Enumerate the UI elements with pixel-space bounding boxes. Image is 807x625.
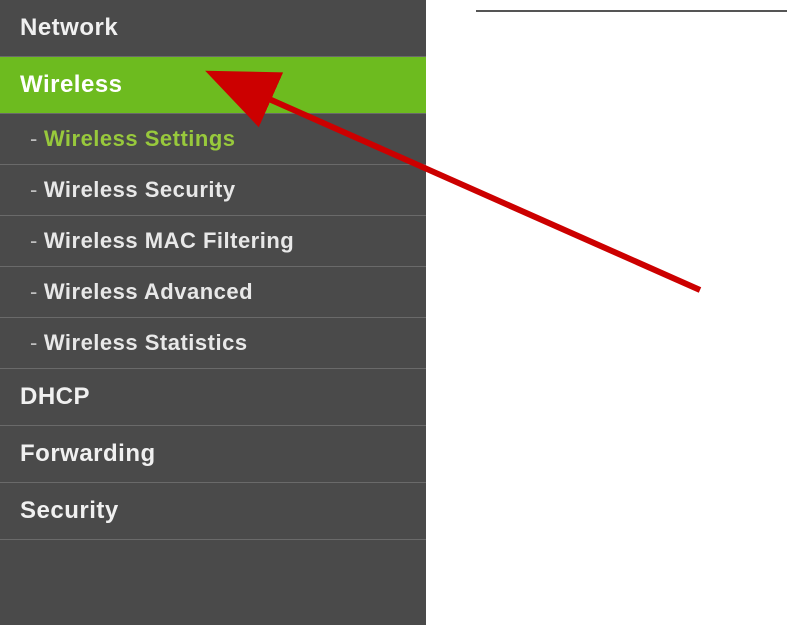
- sidebar-item-label: Wireless Advanced: [44, 279, 253, 304]
- sidebar-subitem-wireless-settings[interactable]: -Wireless Settings: [0, 114, 426, 165]
- sidebar-subitem-wireless-statistics[interactable]: -Wireless Statistics: [0, 318, 426, 369]
- main-content: [426, 0, 807, 625]
- sidebar-item-label: Wireless Statistics: [44, 330, 248, 355]
- sidebar-nav: Network Wireless -Wireless Settings -Wir…: [0, 0, 426, 625]
- sidebar-item-label: Wireless Security: [44, 177, 236, 202]
- sidebar-item-label: Security: [20, 497, 119, 524]
- sidebar-item-label: Network: [20, 14, 118, 41]
- dash-icon: -: [30, 177, 38, 202]
- app-container: Network Wireless -Wireless Settings -Wir…: [0, 0, 807, 625]
- dash-icon: -: [30, 228, 38, 253]
- sidebar-item-dhcp[interactable]: DHCP: [0, 369, 426, 426]
- sidebar-subitem-wireless-security[interactable]: -Wireless Security: [0, 165, 426, 216]
- dash-icon: -: [30, 279, 38, 304]
- sidebar-item-wireless[interactable]: Wireless: [0, 57, 426, 114]
- sidebar-item-label: Forwarding: [20, 440, 156, 467]
- sidebar-item-label: DHCP: [20, 383, 90, 410]
- sidebar-item-label: Wireless: [20, 71, 123, 98]
- content-divider: [476, 10, 787, 12]
- sidebar-item-security[interactable]: Security: [0, 483, 426, 540]
- sidebar-item-label: Wireless MAC Filtering: [44, 228, 294, 253]
- sidebar-item-label: Wireless Settings: [44, 126, 236, 151]
- dash-icon: -: [30, 330, 38, 355]
- sidebar-item-network[interactable]: Network: [0, 0, 426, 57]
- sidebar-item-forwarding[interactable]: Forwarding: [0, 426, 426, 483]
- sidebar-subitem-wireless-mac-filtering[interactable]: -Wireless MAC Filtering: [0, 216, 426, 267]
- sidebar-subitem-wireless-advanced[interactable]: -Wireless Advanced: [0, 267, 426, 318]
- dash-icon: -: [30, 126, 38, 151]
